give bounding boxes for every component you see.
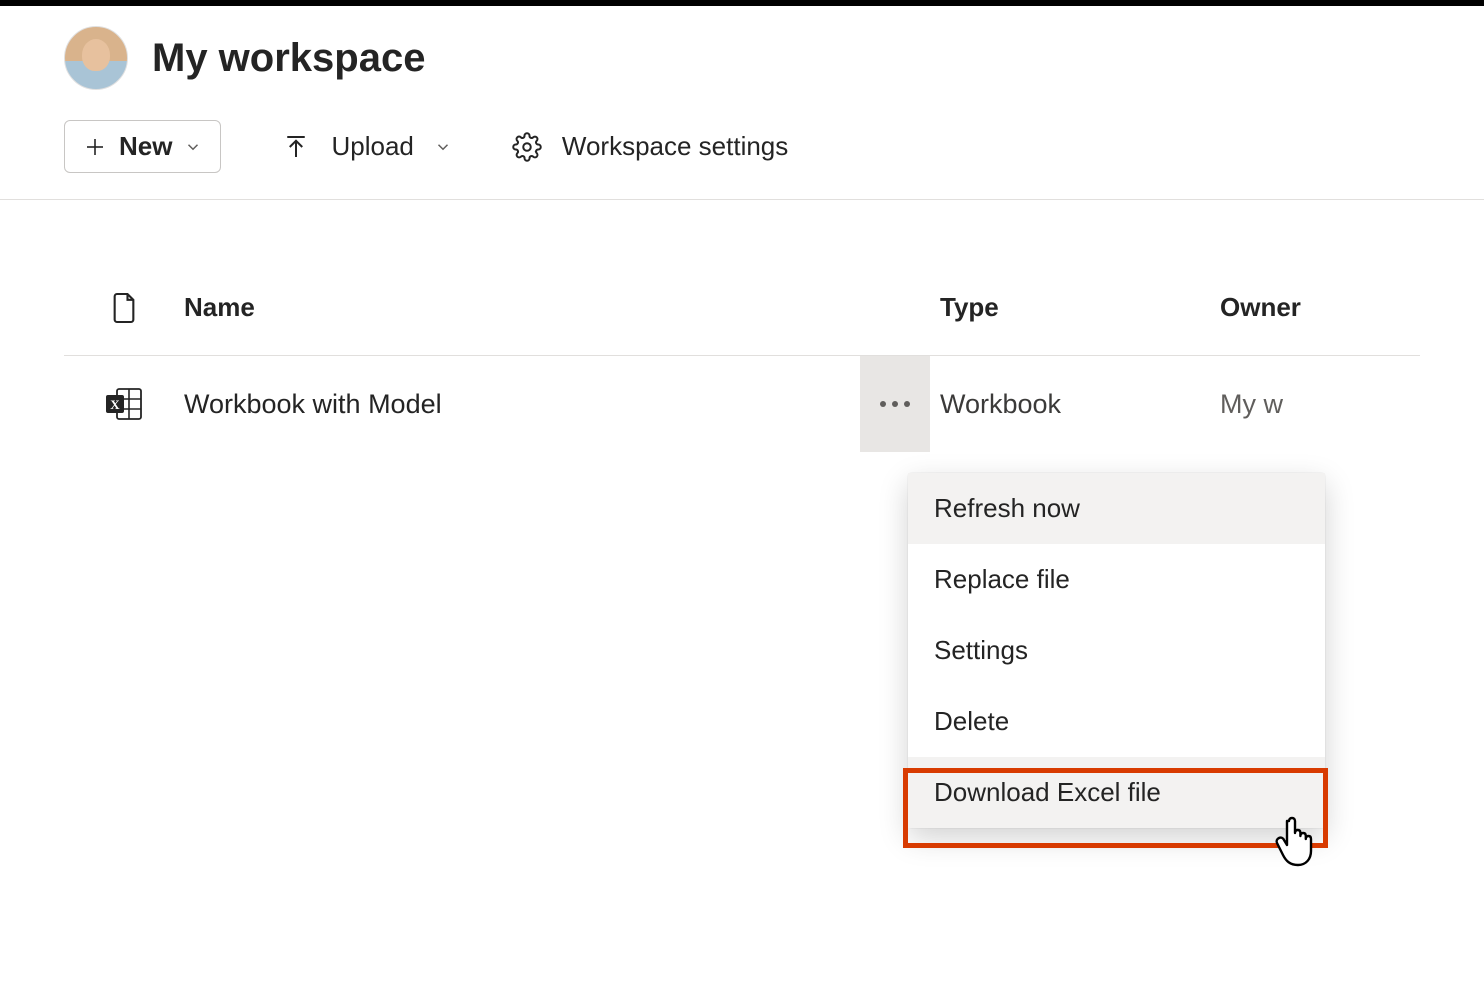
menu-item-download-excel[interactable]: Download Excel file xyxy=(908,757,1325,828)
table-row[interactable]: X Workbook with Model Workbook My w xyxy=(64,356,1420,452)
plus-icon xyxy=(83,135,107,159)
menu-item-replace-file[interactable]: Replace file xyxy=(908,544,1325,615)
new-button[interactable]: New xyxy=(64,120,221,173)
workspace-settings-button[interactable]: Workspace settings xyxy=(512,131,788,162)
column-header-owner[interactable]: Owner xyxy=(1220,292,1420,323)
file-icon-header xyxy=(64,291,184,325)
excel-workbook-icon: X xyxy=(64,387,184,421)
chevron-down-icon xyxy=(184,138,202,156)
menu-item-refresh-now[interactable]: Refresh now xyxy=(908,473,1325,544)
svg-text:X: X xyxy=(110,397,120,412)
workspace-title: My workspace xyxy=(152,36,425,81)
context-menu: Refresh now Replace file Settings Delete… xyxy=(908,473,1325,828)
row-owner: My w xyxy=(1220,389,1420,420)
row-type: Workbook xyxy=(940,389,1220,420)
upload-button[interactable]: Upload xyxy=(281,131,451,162)
chevron-down-icon xyxy=(434,138,452,156)
gear-icon xyxy=(512,132,542,162)
more-options-button[interactable] xyxy=(860,356,930,452)
menu-item-delete[interactable]: Delete xyxy=(908,686,1325,757)
header-divider xyxy=(0,199,1484,200)
more-horizontal-icon xyxy=(879,400,911,408)
workspace-settings-label: Workspace settings xyxy=(562,131,788,162)
upload-button-label: Upload xyxy=(331,131,413,162)
new-button-label: New xyxy=(119,131,172,162)
toolbar: New Upload xyxy=(64,120,1420,199)
table-header: Name Type Owner xyxy=(64,260,1420,356)
upload-icon xyxy=(281,132,311,162)
workspace-avatar xyxy=(64,26,128,90)
menu-item-settings[interactable]: Settings xyxy=(908,615,1325,686)
workspace-header: My workspace xyxy=(64,26,1420,90)
column-header-name[interactable]: Name xyxy=(184,292,860,323)
row-name[interactable]: Workbook with Model xyxy=(184,389,860,420)
column-header-type[interactable]: Type xyxy=(940,292,1220,323)
